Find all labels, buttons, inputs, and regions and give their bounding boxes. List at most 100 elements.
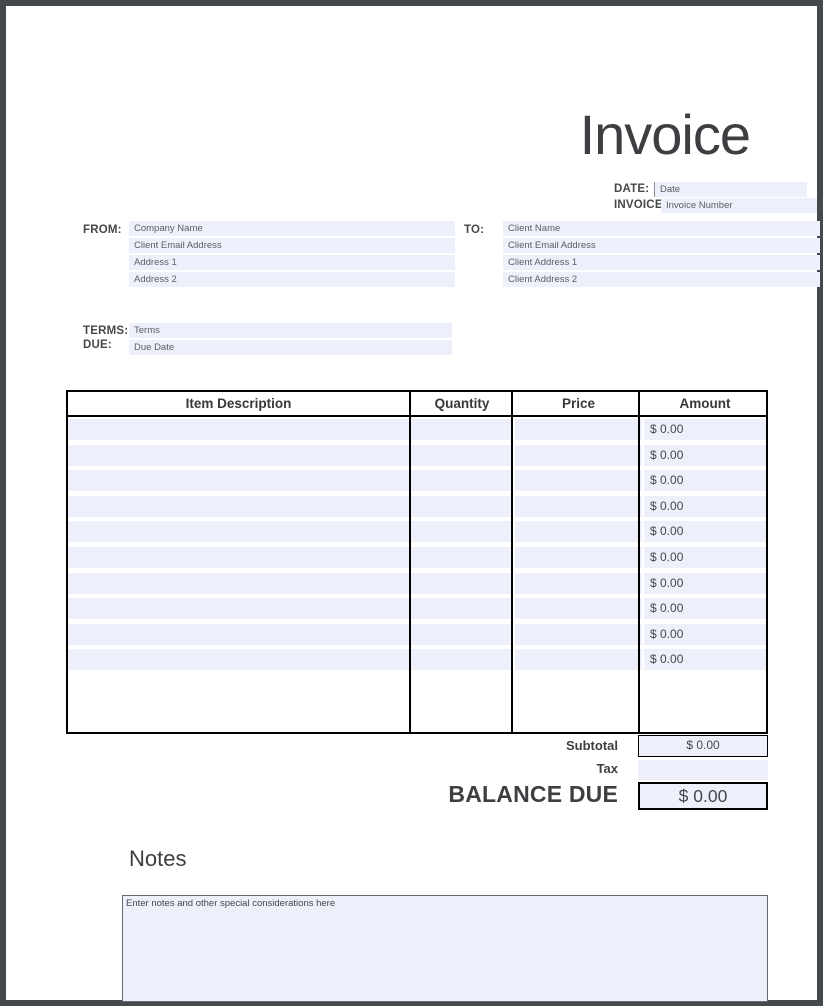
date-label: DATE:: [614, 183, 649, 195]
table-row: $ 0.00: [68, 598, 766, 619]
to-email-input[interactable]: [503, 238, 820, 253]
item-description-cell[interactable]: [68, 445, 409, 466]
price-cell[interactable]: [515, 649, 642, 670]
price-cell[interactable]: [515, 598, 642, 619]
due-date-input[interactable]: [129, 340, 452, 355]
table-row: $ 0.00: [68, 573, 766, 594]
item-description-cell[interactable]: [68, 496, 409, 517]
tax-value-box[interactable]: [638, 760, 768, 780]
table-row: $ 0.00: [68, 649, 766, 670]
quantity-cell[interactable]: [411, 547, 513, 568]
table-row: $ 0.00: [68, 496, 766, 517]
column-divider: [409, 392, 411, 732]
from-label: FROM:: [83, 224, 122, 236]
quantity-cell[interactable]: [411, 496, 513, 517]
amount-cell[interactable]: $ 0.00: [644, 521, 766, 542]
amount-cell[interactable]: $ 0.00: [644, 547, 766, 568]
quantity-cell[interactable]: [411, 445, 513, 466]
amount-cell[interactable]: $ 0.00: [644, 624, 766, 645]
amount-value: $ 0.00: [650, 576, 683, 590]
from-email-input[interactable]: [129, 238, 455, 253]
to-address2-input[interactable]: [503, 272, 820, 287]
price-cell[interactable]: [515, 445, 642, 466]
to-client-name-input[interactable]: [503, 221, 820, 236]
quantity-cell[interactable]: [411, 573, 513, 594]
price-cell[interactable]: [515, 573, 642, 594]
amount-value: $ 0.00: [650, 550, 683, 564]
table-header-row: Item Description Quantity Price Amount: [68, 392, 766, 417]
amount-value: $ 0.00: [650, 422, 683, 436]
column-divider: [638, 392, 640, 732]
amount-cell[interactable]: $ 0.00: [644, 573, 766, 594]
table-body: $ 0.00 $ 0.00 $ 0.00 $ 0.00 $ 0.00 $ 0.0: [68, 417, 766, 670]
from-fields: [129, 221, 455, 289]
quantity-cell[interactable]: [411, 649, 513, 670]
balance-due-value-box[interactable]: $ 0.00: [638, 782, 768, 810]
invoice-number-label: INVOICE: [614, 199, 663, 211]
invoice-page: Invoice DATE: INVOICE FROM: TO: TERMS: D…: [0, 0, 823, 1006]
table-row: $ 0.00: [68, 470, 766, 491]
item-description-cell[interactable]: [68, 598, 409, 619]
column-header-item-description: Item Description: [68, 396, 409, 411]
amount-cell[interactable]: $ 0.00: [644, 496, 766, 517]
price-cell[interactable]: [515, 547, 642, 568]
item-description-cell[interactable]: [68, 521, 409, 542]
from-company-name-input[interactable]: [129, 221, 455, 236]
column-divider: [511, 392, 513, 732]
price-cell[interactable]: [515, 419, 642, 440]
amount-value: $ 0.00: [650, 652, 683, 666]
amount-value: $ 0.00: [650, 627, 683, 641]
item-description-cell[interactable]: [68, 573, 409, 594]
table-row: $ 0.00: [68, 445, 766, 466]
amount-value: $ 0.00: [650, 524, 683, 538]
column-header-quantity: Quantity: [411, 396, 513, 411]
amount-value: $ 0.00: [650, 499, 683, 513]
amount-value: $ 0.00: [650, 448, 683, 462]
table-row: $ 0.00: [68, 419, 766, 440]
quantity-cell[interactable]: [411, 624, 513, 645]
amount-cell[interactable]: $ 0.00: [644, 649, 766, 670]
column-header-amount: Amount: [644, 396, 766, 411]
from-address2-input[interactable]: [129, 272, 455, 287]
quantity-cell[interactable]: [411, 470, 513, 491]
subtotal-value-box[interactable]: $ 0.00: [638, 735, 768, 757]
item-description-cell[interactable]: [68, 547, 409, 568]
item-description-cell[interactable]: [68, 470, 409, 491]
page-title: Invoice: [580, 104, 750, 166]
date-input[interactable]: [654, 182, 807, 197]
amount-value: $ 0.00: [650, 601, 683, 615]
quantity-cell[interactable]: [411, 419, 513, 440]
item-description-cell[interactable]: [68, 649, 409, 670]
price-cell[interactable]: [515, 521, 642, 542]
notes-heading: Notes: [129, 846, 186, 872]
line-items-table: Item Description Quantity Price Amount $…: [66, 390, 768, 734]
item-description-cell[interactable]: [68, 624, 409, 645]
item-description-cell[interactable]: [68, 419, 409, 440]
price-cell[interactable]: [515, 496, 642, 517]
quantity-cell[interactable]: [411, 598, 513, 619]
price-cell[interactable]: [515, 624, 642, 645]
amount-value: $ 0.00: [650, 473, 683, 487]
notes-textarea[interactable]: [122, 895, 768, 1002]
amount-cell[interactable]: $ 0.00: [644, 445, 766, 466]
amount-cell[interactable]: $ 0.00: [644, 470, 766, 491]
due-label: DUE:: [83, 339, 112, 351]
amount-cell[interactable]: $ 0.00: [644, 598, 766, 619]
terms-due-fields: [129, 323, 452, 357]
invoice-number-input[interactable]: [661, 198, 817, 213]
price-cell[interactable]: [515, 470, 642, 491]
terms-input[interactable]: [129, 323, 452, 338]
table-row: $ 0.00: [68, 624, 766, 645]
quantity-cell[interactable]: [411, 521, 513, 542]
terms-label: TERMS:: [83, 325, 128, 337]
amount-cell[interactable]: $ 0.00: [644, 419, 766, 440]
balance-due-label: BALANCE DUE: [448, 778, 618, 810]
tax-label: Tax: [597, 758, 618, 780]
table-row: $ 0.00: [68, 547, 766, 568]
table-row: $ 0.00: [68, 521, 766, 542]
from-address1-input[interactable]: [129, 255, 455, 270]
subtotal-label: Subtotal: [566, 735, 618, 757]
to-fields: [503, 221, 820, 289]
to-label: TO:: [464, 224, 484, 236]
to-address1-input[interactable]: [503, 255, 820, 270]
